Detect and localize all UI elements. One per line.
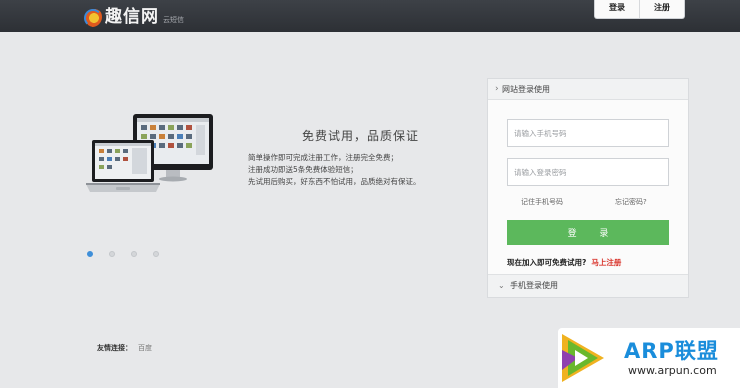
web-login-header[interactable]: › 网站登录使用	[488, 79, 688, 100]
login-panel: › 网站登录使用 记住手机号码 忘记密码? 登 录 现在加入即可免费试用? 马上注…	[487, 78, 689, 298]
free-trial-text: 现在加入即可免费试用? 马上注册	[507, 257, 621, 268]
phone-input[interactable]	[507, 119, 669, 147]
mobile-login-header[interactable]: ⌄ 手机登录使用	[488, 274, 688, 297]
carousel-dots	[87, 251, 175, 257]
web-login-title: 网站登录使用	[502, 85, 550, 94]
hero-line: 注册成功即送5条免费体验短信；	[248, 165, 358, 174]
devices-illustration	[86, 114, 213, 192]
arp-watermark: ARP联盟 www.arpun.com	[558, 328, 740, 388]
play-logo-icon	[562, 334, 604, 382]
logo-subtitle: 云短信	[163, 16, 184, 24]
remember-phone-option[interactable]: 记住手机号码	[521, 197, 563, 207]
login-button[interactable]: 登 录	[507, 220, 669, 245]
free-trial-label: 现在加入即可免费试用?	[507, 258, 587, 267]
friend-link-baidu[interactable]: 百度	[138, 344, 152, 352]
friend-links-label: 友情连接：	[97, 344, 132, 352]
top-navbar: 趣信网 云短信 登录 注册	[0, 0, 740, 32]
hero-title: 免费试用，品质保证	[302, 129, 420, 143]
forgot-password-link[interactable]: 忘记密码?	[615, 197, 647, 207]
register-tab[interactable]: 注册	[639, 0, 684, 18]
watermark-title: ARP联盟	[624, 339, 719, 363]
watermark-url: www.arpun.com	[628, 364, 717, 377]
logo-icon	[82, 7, 102, 27]
hero-line: 先试用后购买，好东西不怕试用，品质绝对有保证。	[248, 177, 421, 186]
chevron-down-icon: ⌄	[498, 281, 505, 290]
friend-links: 友情连接： 百度	[97, 343, 152, 353]
password-input[interactable]	[507, 158, 669, 186]
site-logo[interactable]: 趣信网 云短信	[82, 5, 184, 27]
hero-description: 简单操作即可完成注册工作，注册完全免费； 注册成功即送5条免费体验短信； 先试用…	[248, 152, 421, 188]
register-now-link[interactable]: 马上注册	[591, 258, 621, 267]
hero-line: 简单操作即可完成注册工作，注册完全免费；	[248, 153, 398, 162]
carousel-dot[interactable]	[131, 251, 137, 257]
logo-text: 趣信网	[105, 7, 159, 27]
chevron-right-icon: ›	[495, 84, 499, 94]
carousel-dot[interactable]	[109, 251, 115, 257]
auth-tabs: 登录 注册	[594, 0, 685, 19]
carousel-dot[interactable]	[153, 251, 159, 257]
mobile-login-title: 手机登录使用	[510, 281, 558, 290]
login-tab[interactable]: 登录	[595, 0, 639, 18]
carousel-dot[interactable]	[87, 251, 93, 257]
